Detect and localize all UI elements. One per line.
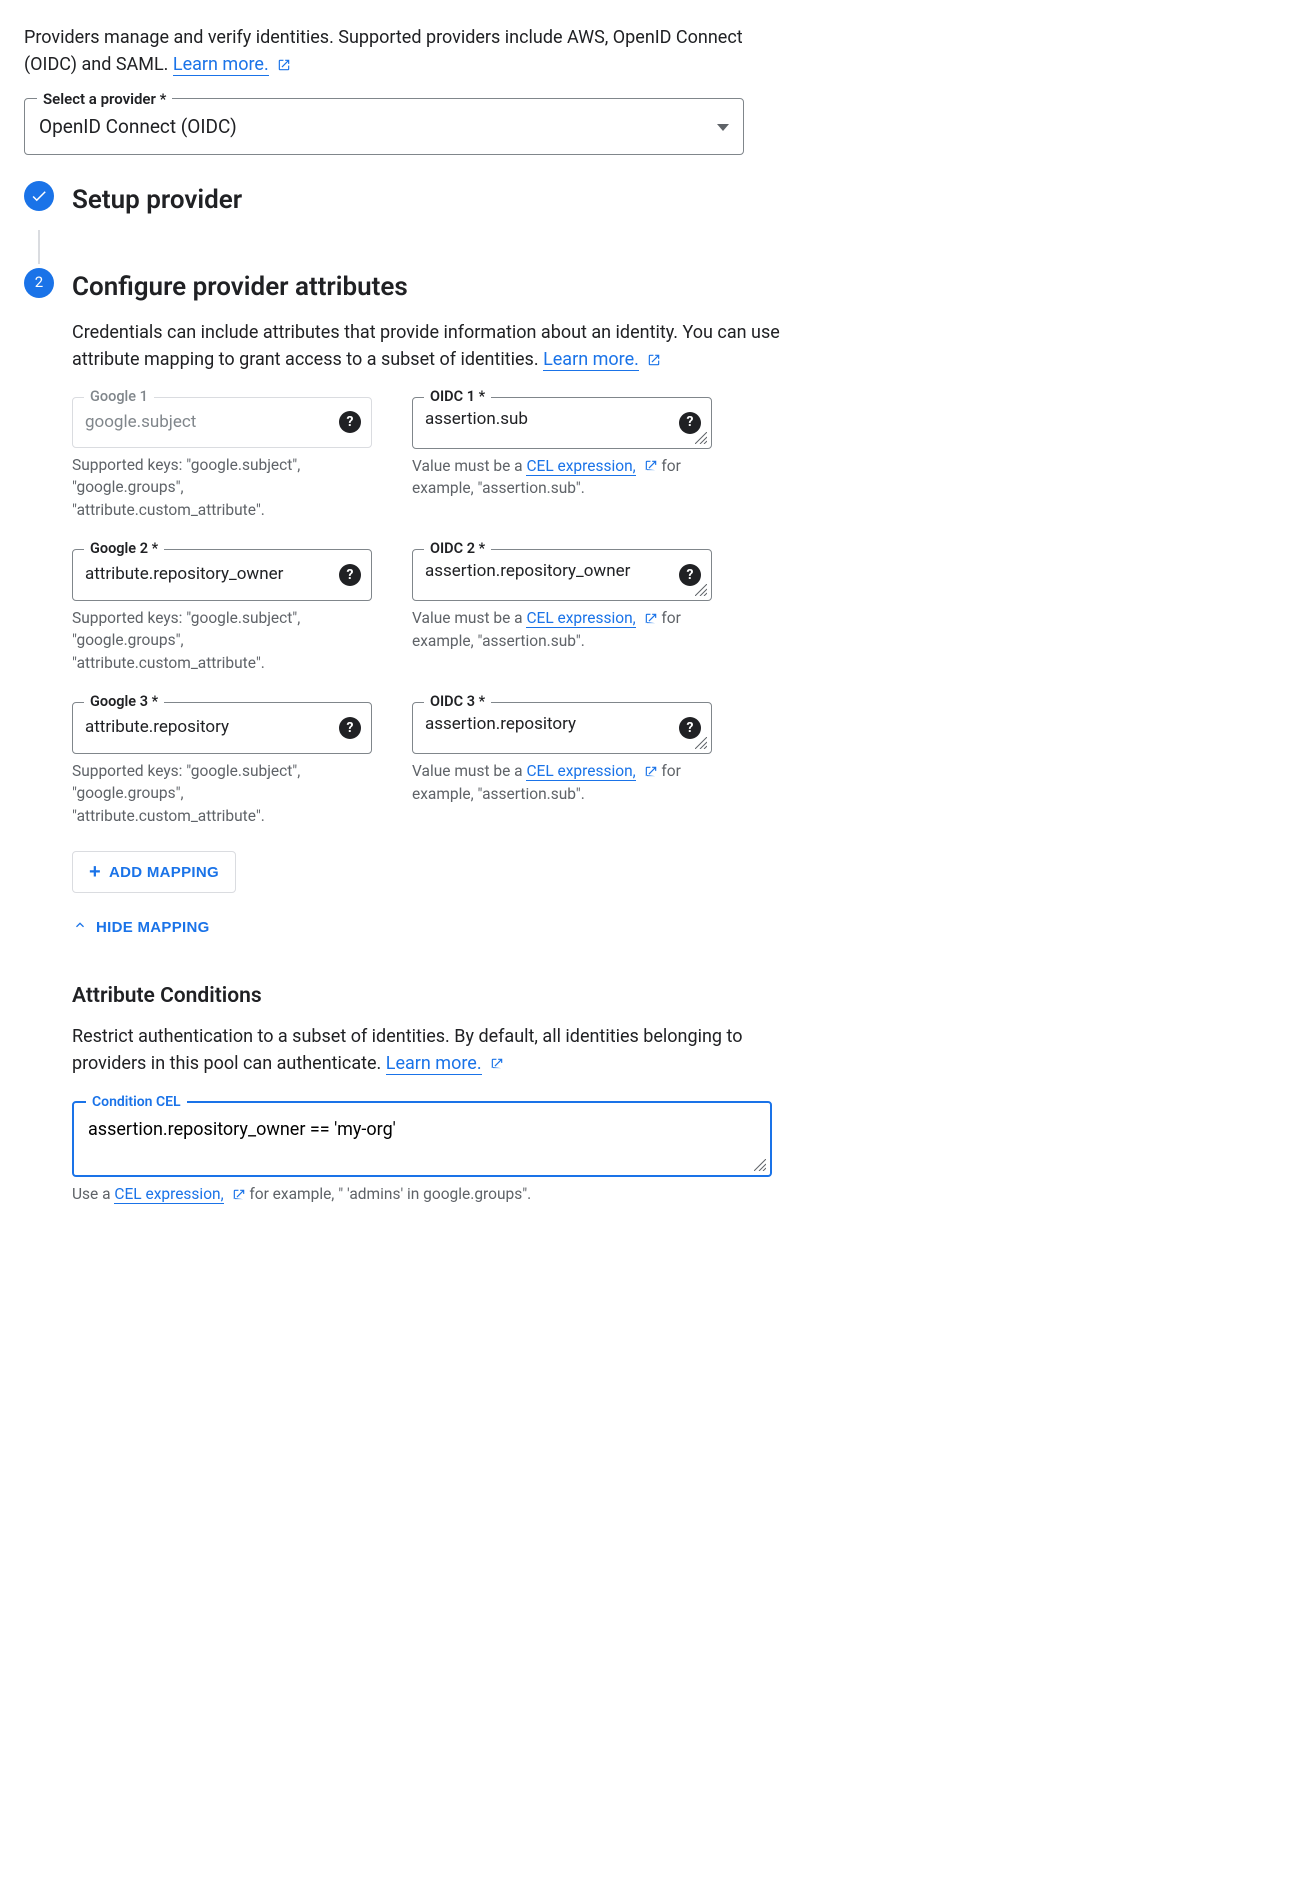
mapping-row: Google 3 *attribute.repository?Supported… — [72, 702, 812, 827]
provider-select-label: Select a provider * — [37, 88, 172, 111]
oidc-hint: Value must be a CEL expression, for exam… — [412, 455, 712, 500]
oidc-field-label: OIDC 3 * — [424, 691, 491, 713]
external-link-icon — [644, 612, 658, 626]
add-mapping-button[interactable]: + ADD MAPPING — [72, 851, 236, 893]
external-link-icon — [644, 459, 658, 473]
provider-select[interactable]: Select a provider * OpenID Connect (OIDC… — [24, 98, 744, 155]
external-link-icon — [647, 353, 661, 367]
cel-expression-link[interactable]: CEL expression, — [526, 762, 635, 781]
help-icon[interactable]: ? — [679, 412, 701, 434]
step-badge-complete-icon — [24, 181, 54, 211]
resize-handle-icon[interactable] — [754, 1159, 766, 1171]
step-connector — [38, 230, 40, 264]
hide-mapping-button[interactable]: HIDE MAPPING — [72, 917, 210, 937]
external-link-icon — [232, 1188, 246, 1202]
intro-learn-more-link[interactable]: Learn more. — [173, 54, 269, 76]
condition-cel-input[interactable]: Condition CEL — [72, 1101, 772, 1177]
step-title-setup: Setup provider — [72, 181, 242, 220]
external-link-icon — [644, 765, 658, 779]
step-badge-2: 2 — [24, 268, 54, 298]
resize-handle-icon[interactable] — [695, 737, 707, 749]
configure-description: Credentials can include attributes that … — [72, 319, 812, 373]
help-icon[interactable]: ? — [679, 717, 701, 739]
cel-expression-link[interactable]: CEL expression, — [526, 609, 635, 628]
conditions-description: Restrict authentication to a subset of i… — [72, 1023, 812, 1077]
google-field-label: Google 1 — [84, 386, 154, 408]
google-mapping-value: attribute.repository — [85, 717, 229, 737]
attribute-conditions-title: Attribute Conditions — [72, 981, 812, 1013]
cel-expression-link[interactable]: CEL expression, — [526, 457, 635, 476]
resize-handle-icon[interactable] — [695, 432, 707, 444]
google-field-label: Google 3 * — [84, 691, 164, 713]
google-mapping-value: attribute.repository_owner — [85, 564, 283, 584]
google-hint: Supported keys: "google.subject", "googl… — [72, 607, 372, 674]
google-mapping-value: google.subject — [85, 412, 196, 432]
help-icon[interactable]: ? — [679, 564, 701, 586]
configure-learn-more-link[interactable]: Learn more. — [543, 349, 639, 371]
cel-expression-link[interactable]: CEL expression, — [114, 1185, 223, 1204]
oidc-mapping-value: assertion.sub — [425, 409, 528, 429]
condition-hint: Use a CEL expression, for example, " 'ad… — [72, 1183, 772, 1205]
oidc-field-label: OIDC 2 * — [424, 538, 491, 560]
help-icon[interactable]: ? — [339, 564, 361, 586]
oidc-hint: Value must be a CEL expression, for exam… — [412, 760, 712, 805]
condition-cel-label: Condition CEL — [86, 1092, 187, 1113]
provider-select-value: OpenID Connect (OIDC) — [39, 113, 237, 142]
mapping-row: Google 1google.subject?Supported keys: "… — [72, 397, 812, 522]
chevron-up-icon — [72, 917, 88, 937]
conditions-learn-more-link[interactable]: Learn more. — [386, 1053, 482, 1075]
oidc-hint: Value must be a CEL expression, for exam… — [412, 607, 712, 652]
oidc-mapping-value: assertion.repository_owner — [425, 561, 630, 581]
step-title-configure: Configure provider attributes — [72, 268, 408, 307]
help-icon[interactable]: ? — [339, 411, 361, 433]
google-hint: Supported keys: "google.subject", "googl… — [72, 760, 372, 827]
google-field-label: Google 2 * — [84, 538, 164, 560]
chevron-down-icon — [717, 124, 729, 131]
condition-cel-textarea[interactable] — [86, 1117, 758, 1157]
resize-handle-icon[interactable] — [695, 584, 707, 596]
oidc-field-label: OIDC 1 * — [424, 386, 491, 408]
plus-icon: + — [89, 862, 101, 882]
external-link-icon — [490, 1057, 504, 1071]
intro-text: Providers manage and verify identities. … — [24, 24, 784, 78]
google-hint: Supported keys: "google.subject", "googl… — [72, 454, 372, 521]
external-link-icon — [277, 58, 291, 72]
help-icon[interactable]: ? — [339, 717, 361, 739]
oidc-mapping-value: assertion.repository — [425, 714, 576, 734]
mapping-row: Google 2 *attribute.repository_owner?Sup… — [72, 549, 812, 674]
